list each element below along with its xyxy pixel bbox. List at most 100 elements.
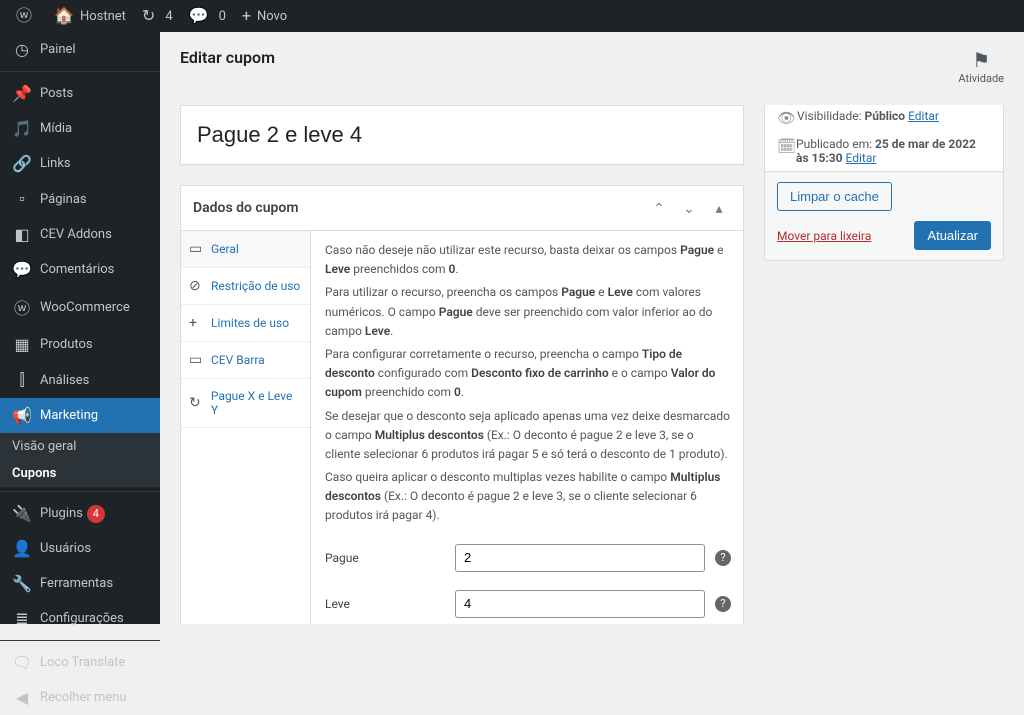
updates-item[interactable]: ↻4 [134, 0, 181, 32]
help-text-2: Para utilizar o recurso, preencha os cam… [325, 283, 731, 341]
general-icon: ▭ [189, 241, 207, 257]
leve-row: Leve ? [325, 590, 731, 618]
coupon-tabs: ▭Geral ⊘Restrição de uso +Limites de uso… [181, 231, 311, 624]
wordpress-icon: ⓦ [16, 8, 32, 24]
published-row: 🗓 Publicado em: 25 de mar de 2022 às 15:… [765, 133, 1003, 171]
calendar-icon: 🗓 [777, 137, 796, 155]
visibility-value: Público [864, 109, 905, 123]
new-label: Novo [257, 9, 287, 24]
marketing-submenu: Visão geral Cupons [0, 433, 160, 487]
settings-icon: ≣ [12, 609, 32, 628]
sidebar-item-woocommerce[interactable]: ⓦWooCommerce [0, 287, 160, 327]
marketing-icon: 📢 [12, 406, 32, 425]
addon-icon: ◧ [12, 225, 32, 244]
sidebar-item-tools[interactable]: 🔧Ferramentas [0, 566, 160, 601]
collapse-menu[interactable]: ◀Recolher menu [0, 680, 160, 715]
coupon-title-box [180, 105, 744, 165]
sidebar-item-dashboard[interactable]: ◷Painel [0, 32, 160, 67]
sidebar-item-pages[interactable]: ▫Páginas [0, 181, 160, 217]
sidebar-item-plugins[interactable]: 🔌Plugins4 [0, 496, 160, 531]
visibility-row: 👁 Visibilidade: Público Editar [765, 105, 1003, 133]
users-icon: 👤 [12, 539, 32, 558]
help-text-1: Caso não deseje não utilizar este recurs… [325, 241, 731, 279]
panel-move-down[interactable]: ⌄ [677, 196, 701, 220]
sidebar-item-products[interactable]: ▦Produtos [0, 327, 160, 362]
sidebar-item-media[interactable]: 🎵Mídia [0, 111, 160, 146]
clear-cache-button[interactable]: Limpar o cache [777, 182, 892, 211]
eye-icon: 👁 [777, 109, 797, 127]
admin-toolbar: ⓦ 🏠Hostnet ↻4 💬0 +Novo [0, 0, 1024, 32]
submenu-visao-geral[interactable]: Visão geral [0, 433, 160, 460]
pague-row: Pague ? [325, 544, 731, 572]
cycle-icon: ↻ [189, 395, 207, 411]
comment-icon: 💬 [189, 8, 209, 24]
pin-icon: 📌 [12, 84, 32, 103]
pages-icon: ▫ [12, 189, 32, 209]
move-to-trash-link[interactable]: Mover para lixeira [777, 229, 871, 243]
sidebar-item-loco[interactable]: 🗨Loco Translate [0, 645, 160, 680]
plugins-icon: 🔌 [12, 504, 32, 523]
edit-published-link[interactable]: Editar [846, 151, 877, 165]
translate-icon: 🗨 [12, 653, 32, 672]
tools-icon: 🔧 [12, 574, 32, 593]
help-text-3: Para configurar corretamente o recurso, … [325, 345, 731, 403]
home-icon: 🏠 [54, 8, 74, 24]
coupon-title-input[interactable] [189, 114, 735, 156]
link-icon: 🔗 [12, 154, 32, 173]
help-icon[interactable]: ? [715, 596, 731, 612]
sidebar-item-links[interactable]: 🔗Links [0, 146, 160, 181]
coupon-tab-content: Caso não deseje não utilizar este recurs… [311, 231, 745, 624]
site-name-item[interactable]: 🏠 Hostnet [46, 0, 134, 32]
new-content-item[interactable]: + Novo [234, 0, 295, 32]
edit-visibility-link[interactable]: Editar [908, 109, 939, 123]
plugins-badge: 4 [87, 505, 105, 523]
sidebar-item-marketing[interactable]: 📢Marketing [0, 398, 160, 433]
pague-label: Pague [325, 551, 455, 565]
sidebar-item-users[interactable]: 👤Usuários [0, 531, 160, 566]
sidebar-item-posts[interactable]: 📌Posts [0, 76, 160, 111]
sidebar-item-settings[interactable]: ≣Configurações [0, 601, 160, 636]
activity-panel-toggle[interactable]: ⚑ Atividade [958, 48, 1004, 85]
comments-icon: 💬 [12, 260, 32, 279]
updates-count: 4 [165, 9, 172, 24]
coupon-tab-restricao[interactable]: ⊘Restrição de uso [181, 268, 310, 305]
flag-icon: ⚑ [958, 48, 1004, 72]
analytics-icon: ⫿ [12, 370, 32, 390]
coupon-tab-limites[interactable]: +Limites de uso [181, 305, 310, 342]
submenu-cupons[interactable]: Cupons [0, 460, 160, 487]
plus-icon: + [242, 8, 251, 24]
sidebar-item-analytics[interactable]: ⫿Análises [0, 362, 160, 398]
plus-icon: + [189, 315, 207, 331]
sidebar-item-cev-addons[interactable]: ◧CEV Addons [0, 217, 160, 252]
dashboard-icon: ◷ [12, 40, 32, 59]
wp-logo-item[interactable]: ⓦ [8, 0, 46, 32]
collapse-icon: ◀ [12, 688, 32, 707]
bar-icon: ▭ [189, 352, 207, 368]
comments-count: 0 [219, 9, 226, 24]
products-icon: ▦ [12, 335, 32, 354]
update-button[interactable]: Atualizar [914, 221, 991, 250]
panel-toggle[interactable]: ▴ [707, 196, 731, 220]
coupon-tab-cev-barra[interactable]: ▭CEV Barra [181, 342, 310, 379]
pague-input[interactable] [455, 544, 705, 572]
leve-label: Leve [325, 597, 455, 611]
leve-input[interactable] [455, 590, 705, 618]
comments-item[interactable]: 💬0 [181, 0, 234, 32]
restrict-icon: ⊘ [189, 278, 207, 294]
main-content: Editar cupom ⚑ Atividade Dados do cupom [160, 32, 1024, 624]
coupon-tab-pague-leve[interactable]: ↻Pague X e Leve Y [181, 379, 310, 428]
admin-sidebar: ◷Painel 📌Posts 🎵Mídia 🔗Links ▫Páginas ◧C… [0, 32, 160, 624]
site-name-label: Hostnet [80, 9, 126, 24]
refresh-icon: ↻ [142, 8, 155, 24]
help-icon[interactable]: ? [715, 550, 731, 566]
sidebar-item-comments[interactable]: 💬Comentários [0, 252, 160, 287]
woo-icon: ⓦ [12, 295, 32, 319]
coupon-tab-geral[interactable]: ▭Geral [181, 231, 310, 268]
coupon-data-panel: Dados do cupom ⌃ ⌄ ▴ ▭Geral ⊘Restrição d… [180, 185, 744, 624]
activity-label: Atividade [958, 72, 1004, 85]
publish-panel: 👁 Visibilidade: Público Editar 🗓 Publica… [764, 105, 1004, 261]
help-text-4: Se desejar que o desconto seja aplicado … [325, 407, 731, 465]
panel-move-up[interactable]: ⌃ [647, 196, 671, 220]
media-icon: 🎵 [12, 119, 32, 138]
coupon-panel-title: Dados do cupom [193, 200, 298, 216]
